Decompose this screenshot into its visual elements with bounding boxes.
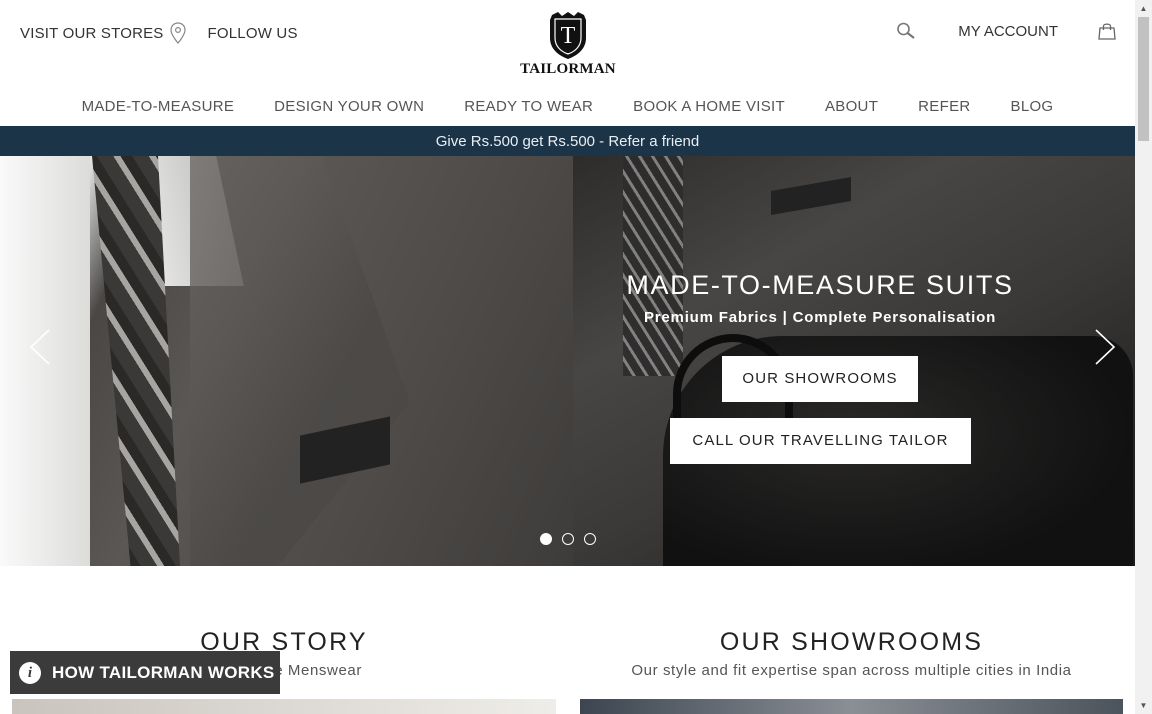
header-left-links: VISIT OUR STORES FOLLOW US bbox=[20, 22, 298, 44]
carousel-dot-1[interactable] bbox=[540, 533, 552, 545]
hero-title: MADE-TO-MEASURE SUITS bbox=[626, 270, 1014, 300]
map-pin-icon[interactable] bbox=[169, 22, 186, 44]
main-nav: MADE-TO-MEASURE DESIGN YOUR OWN READY TO… bbox=[0, 98, 1135, 115]
page-scrollbar[interactable]: ▲ ▼ bbox=[1135, 0, 1152, 714]
shopping-bag-icon[interactable] bbox=[1098, 22, 1116, 40]
call-travelling-tailor-button[interactable]: CALL OUR TRAVELLING TAILOR bbox=[670, 418, 971, 464]
lapel-shape bbox=[190, 156, 410, 566]
hero-subtitle: Premium Fabrics | Complete Personalisati… bbox=[643, 309, 997, 326]
my-account-link[interactable]: MY ACCOUNT bbox=[958, 23, 1058, 40]
chevron-left-icon[interactable] bbox=[28, 328, 52, 366]
logo-text: TAILORMAN bbox=[520, 61, 616, 77]
refer-promo-banner[interactable]: Give Rs.500 get Rs.500 - Refer a friend bbox=[0, 126, 1135, 156]
nav-about[interactable]: ABOUT bbox=[825, 98, 878, 115]
hero-carousel: MADE-TO-MEASURE SUITS Premium Fabrics | … bbox=[0, 156, 1135, 566]
chevron-right-icon[interactable] bbox=[1093, 328, 1117, 366]
header-right-links: MY ACCOUNT bbox=[896, 22, 1135, 40]
carousel-dot-2[interactable] bbox=[562, 533, 574, 545]
scroll-up-arrow-icon[interactable]: ▲ bbox=[1135, 0, 1152, 17]
hero-image-left bbox=[0, 156, 573, 566]
site-header: VISIT OUR STORES FOLLOW US T TAILORMAN M… bbox=[0, 0, 1135, 126]
nav-ready-to-wear[interactable]: READY TO WEAR bbox=[464, 98, 593, 115]
logo-letter: T bbox=[561, 23, 576, 49]
how-tailorman-works-label: HOW TAILORMAN WORKS bbox=[52, 662, 275, 682]
search-icon[interactable] bbox=[896, 22, 916, 40]
our-showrooms-button[interactable]: OUR SHOWROOMS bbox=[722, 356, 918, 402]
how-tailorman-works-button[interactable]: i HOW TAILORMAN WORKS bbox=[10, 651, 280, 694]
pocket-square-right bbox=[771, 176, 851, 216]
nav-blog[interactable]: BLOG bbox=[1011, 98, 1054, 115]
info-icon: i bbox=[19, 661, 41, 684]
our-showrooms-title: OUR SHOWROOMS bbox=[719, 628, 984, 656]
nav-made-to-measure[interactable]: MADE-TO-MEASURE bbox=[82, 98, 235, 115]
follow-us-link[interactable]: FOLLOW US bbox=[208, 25, 298, 42]
our-showrooms-image[interactable] bbox=[580, 699, 1123, 714]
tie-shape-right bbox=[623, 156, 683, 376]
nav-book-home-visit[interactable]: BOOK A HOME VISIT bbox=[633, 98, 785, 115]
nav-design-your-own[interactable]: DESIGN YOUR OWN bbox=[274, 98, 424, 115]
our-showrooms-subtitle: Our style and fit expertise span across … bbox=[631, 662, 1072, 679]
tailorman-logo[interactable]: T TAILORMAN bbox=[519, 10, 617, 78]
nav-refer[interactable]: REFER bbox=[918, 98, 970, 115]
scroll-down-arrow-icon[interactable]: ▼ bbox=[1135, 697, 1152, 714]
carousel-dots bbox=[540, 533, 606, 545]
carousel-dot-3[interactable] bbox=[584, 533, 596, 545]
our-story-image[interactable] bbox=[12, 699, 556, 714]
visit-stores-link[interactable]: VISIT OUR STORES bbox=[20, 25, 164, 42]
logo-shield-icon: T bbox=[550, 12, 586, 59]
scrollbar-thumb[interactable] bbox=[1138, 17, 1149, 141]
